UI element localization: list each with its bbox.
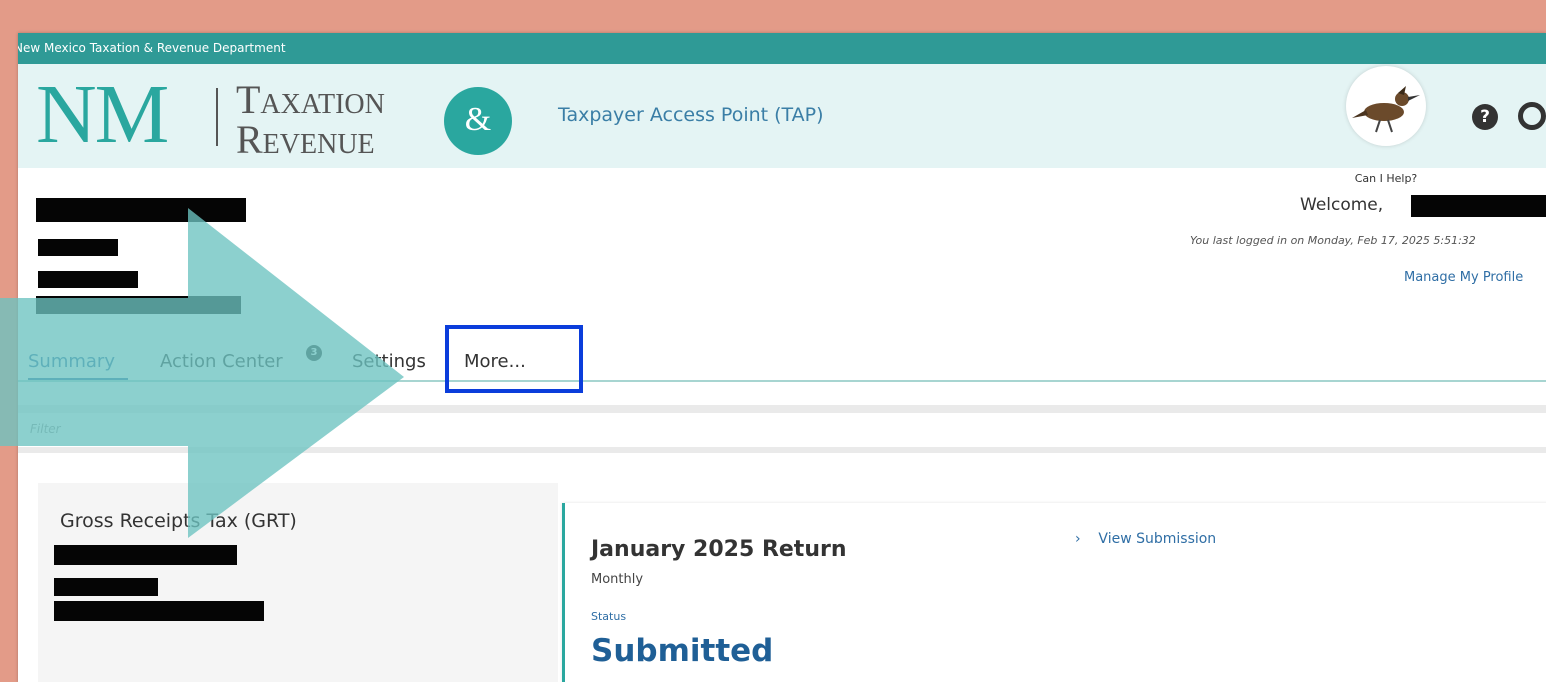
more-tab-highlight-box [445,325,583,393]
filter-bar[interactable]: Filter [18,405,1546,453]
view-submission-link[interactable]: › View Submission [1075,531,1216,547]
logo-line-taxation: Taxation [236,77,385,122]
chevron-right-icon: › [1075,531,1081,547]
account-icon[interactable] [1518,102,1546,130]
redacted-user-name [1411,195,1546,217]
redacted-grt-field [54,578,158,596]
redacted-grt-id [54,545,237,565]
manage-profile-link[interactable]: Manage My Profile [1404,270,1523,285]
app-title: Taxpayer Access Point (TAP) [558,104,824,126]
agency-bar: New Mexico Taxation & Revenue Department [18,33,1546,64]
filter-input[interactable]: Filter [30,422,61,436]
redacted-city [36,296,241,314]
agency-name: New Mexico Taxation & Revenue Department [18,41,286,55]
status-value: Submitted [591,633,774,669]
logo-wordmark[interactable]: Taxation Revenue [236,80,385,160]
welcome-text: Welcome, [1300,195,1383,215]
tab-settings[interactable]: Settings [352,351,426,372]
logo-line-revenue: Revenue [236,117,375,162]
status-label: Status [591,610,627,623]
roadrunner-illustration [1352,86,1420,133]
redacted-business-name [36,198,246,222]
grt-account-panel: Gross Receipts Tax (GRT) [38,483,558,682]
browser-frame: New Mexico Taxation & Revenue Department… [18,33,1546,682]
logo-divider [216,88,218,146]
grt-title: Gross Receipts Tax (GRT) [60,510,297,532]
roadrunner-help-icon[interactable] [1346,66,1426,146]
redacted-address [38,271,138,288]
tab-summary[interactable]: Summary [28,351,115,372]
question-icon[interactable]: ? [1472,104,1498,130]
view-submission-label: View Submission [1098,531,1217,547]
return-period: Monthly [591,572,644,587]
last-login-text: You last logged in on Monday, Feb 17, 20… [1190,234,1476,247]
return-card: January 2025 Return Monthly Status Submi… [562,503,1546,682]
help-caption[interactable]: Can I Help? [1350,172,1422,185]
site-header: NM Taxation Revenue & Taxpayer Access Po… [18,64,1546,185]
logo-ampersand-circle: & [444,87,512,155]
tab-action-center[interactable]: Action Center [160,351,283,372]
return-title: January 2025 Return [591,537,847,562]
redacted-id [38,239,118,256]
redacted-grt-address [54,601,264,621]
logo-nm[interactable]: NM [36,70,169,160]
action-center-badge: 3 [306,345,322,361]
tabs-divider [18,380,1546,382]
welcome-label: Welcome, [1300,195,1384,215]
